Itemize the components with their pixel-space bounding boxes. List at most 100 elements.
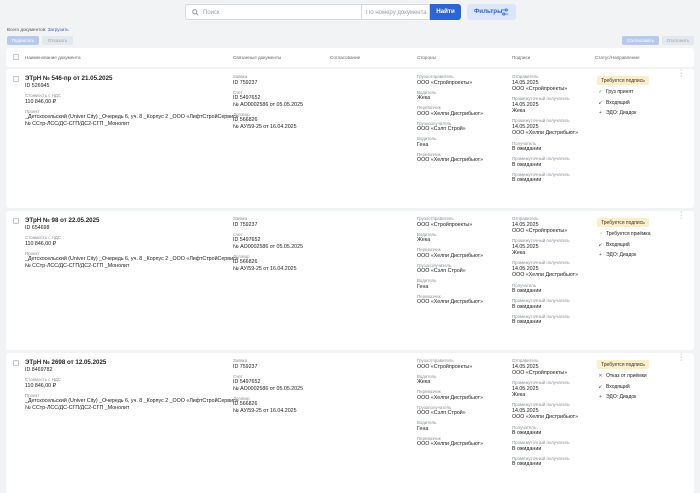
plus-icon: + bbox=[599, 110, 602, 116]
invoice-number: № АО0002586 от 05.05.2025 bbox=[233, 101, 304, 108]
reject-button[interactable]: Отклонить bbox=[662, 36, 694, 45]
direction: ↙ Входящий bbox=[597, 384, 649, 391]
document-id: ID 526945 bbox=[25, 83, 50, 89]
sender-org: ООО «Стройпроекты» bbox=[512, 228, 568, 235]
acceptance-status-text: Груз принят bbox=[606, 89, 634, 95]
parties: Грузоотправитель ООО «Стройпроекты» Води… bbox=[417, 216, 483, 306]
shipper-value: ООО «Стройпроекты» bbox=[417, 221, 473, 228]
load-link[interactable]: Загрузить bbox=[48, 27, 69, 32]
edo-text: ЭДО: Диадок bbox=[606, 110, 637, 116]
intermediate-who: Жека bbox=[512, 392, 526, 399]
send-button[interactable]: Отказать bbox=[42, 36, 73, 45]
row-checkbox[interactable] bbox=[13, 218, 19, 224]
contract-id[interactable]: ID 566826 bbox=[233, 259, 303, 266]
intermediate-who: ООО «Хелпи Дистрибьют» bbox=[512, 414, 579, 421]
request-link[interactable]: ID 759237 bbox=[233, 364, 303, 371]
parties: Грузоотправитель ООО «Стройпроекты» Води… bbox=[417, 358, 483, 448]
parties: Грузоотправитель ООО «Стройпроекты» Води… bbox=[417, 74, 483, 164]
intermediate-who: ООО «Хелпи Дистрибьют» bbox=[512, 272, 579, 279]
cost-value: 110 846,00 ₽ bbox=[25, 382, 56, 389]
intermediate-date: 14.05.2025 bbox=[512, 265, 539, 272]
header-approval: Согласование bbox=[330, 55, 361, 60]
document-title[interactable]: ЭТрН № 546-пр от 21.05.2025 bbox=[25, 75, 113, 82]
request-link[interactable]: ID 759237 bbox=[233, 80, 303, 87]
all-docs-label: Всего документов: bbox=[7, 27, 47, 32]
contract-number: № АУ/59-25 от 16.04.2025 bbox=[233, 265, 297, 272]
recipient-state: В ожидании bbox=[512, 146, 542, 153]
consignee-value: ООО «Сэлп Строй» bbox=[417, 268, 466, 275]
plus-icon: + bbox=[599, 394, 602, 400]
invoice-id[interactable]: ID 5497652 bbox=[233, 237, 303, 244]
invoice-id[interactable]: ID 5497652 bbox=[233, 95, 303, 102]
document-card[interactable]: ЭТрН № 546-пр от 21.05.2025 ID 526945 Ст… bbox=[6, 67, 694, 208]
acceptance-status-text: Требуется приёмка bbox=[606, 231, 651, 237]
sign-button[interactable]: Подписать bbox=[7, 36, 39, 45]
carrier-value: ООО «Хелпи Дистрибьют» bbox=[417, 441, 484, 448]
more-menu-icon[interactable]: · · · bbox=[680, 67, 684, 80]
document-title[interactable]: ЭТрН № 2698 от 12.05.2025 bbox=[25, 359, 106, 366]
sliders-icon bbox=[501, 8, 509, 16]
sender-org: ООО «Стройпроекты» bbox=[512, 86, 568, 93]
filters-label: Фильтры bbox=[474, 8, 503, 15]
find-button[interactable]: Найти bbox=[430, 4, 461, 20]
row-checkbox[interactable] bbox=[13, 76, 19, 82]
direction-text: Входящий bbox=[606, 383, 630, 390]
document-id: ID 8469782 bbox=[25, 367, 53, 373]
acceptance-status-text: Отказ от приёмки bbox=[606, 373, 647, 379]
status-column: Требуется подпись ◔ Требуется приёмка ↙ Вх… bbox=[597, 218, 651, 259]
row-checkbox[interactable] bbox=[13, 360, 19, 366]
contract-id[interactable]: ID 566826 bbox=[233, 117, 303, 124]
cost-value: 110 846,00 ₽ bbox=[25, 240, 56, 247]
linked-documents: Заявка ID 759237 Счет ID 5497652 № АО000… bbox=[233, 216, 303, 272]
carrier-value: ООО «Хелпи Дистрибьют» bbox=[417, 394, 484, 401]
more-menu-icon[interactable]: · · · bbox=[680, 351, 684, 364]
intermediate-who: Жека bbox=[512, 250, 526, 257]
number-placeholder: По номеру документа bbox=[366, 9, 427, 16]
invoice-id[interactable]: ID 5497652 bbox=[233, 379, 303, 386]
project-line2: № ССтр-ЛСС/ДС-СГП/ДС2-СГП _Монолит bbox=[25, 120, 130, 127]
status-badge: Требуется подпись bbox=[597, 218, 649, 227]
intermediate-who: ООО «Хелпи Дистрибьют» bbox=[512, 130, 579, 137]
intermediate-who: Жека bbox=[512, 108, 526, 115]
acceptance-status-icon: ✕ bbox=[598, 373, 603, 379]
document-id: ID 654698 bbox=[25, 225, 50, 231]
filters-button[interactable]: Фильтры bbox=[467, 4, 516, 20]
approve-button[interactable]: Согласовать bbox=[622, 36, 659, 45]
header-signatures: Подписи bbox=[512, 55, 531, 60]
intermediate-date: 14.05.2025 bbox=[512, 407, 539, 414]
signatures: Отправитель 14.05.2025 ООО «Стройпроекты… bbox=[512, 74, 578, 184]
intermediate-label: Промежуточный получатель bbox=[512, 238, 570, 244]
documents-total: Всего документов: Загрузить bbox=[7, 27, 69, 32]
contract-id[interactable]: ID 566826 bbox=[233, 401, 303, 408]
acceptance-status: ✓ Груз принят bbox=[597, 89, 649, 96]
intermediate-state: В ожидании bbox=[512, 445, 542, 452]
search-placeholder: Поиск bbox=[203, 9, 220, 16]
acceptance-status-icon: ◔ bbox=[598, 231, 603, 237]
intermediate-date: 14.05.2025 bbox=[512, 101, 539, 108]
header-status: Статус/Направление bbox=[595, 55, 640, 60]
invoice-number: № АО0002586 от 05.05.2025 bbox=[233, 243, 304, 250]
select-all-checkbox[interactable] bbox=[13, 54, 19, 60]
document-info: ID 8469782 Стоимость с НДС 110 846,00 ₽ … bbox=[25, 367, 239, 411]
driver-value: Жека bbox=[417, 95, 431, 102]
signatures: Отправитель 14.05.2025 ООО «Стройпроекты… bbox=[512, 358, 578, 468]
search-icon bbox=[192, 9, 199, 16]
intermediate-label: Промежуточный получатель bbox=[512, 380, 570, 386]
plus-icon: + bbox=[599, 252, 602, 258]
document-card[interactable]: ЭТрН № 2698 от 12.05.2025 ID 8469782 Сто… bbox=[6, 351, 694, 493]
carrier-value: ООО «Хелпи Дистрибьют» bbox=[417, 252, 484, 259]
shipper-value: ООО «Стройпроекты» bbox=[417, 79, 473, 86]
status-column: Требуется подпись ✓ Груз принят ↙ Входящий… bbox=[597, 76, 649, 117]
more-menu-icon[interactable]: · · · bbox=[680, 209, 684, 222]
table-header: Наименование документа Связанные докумен… bbox=[6, 48, 694, 67]
search-input[interactable]: Поиск bbox=[185, 4, 362, 20]
invoice-number: № АО0002586 от 05.05.2025 bbox=[233, 385, 304, 392]
document-number-input[interactable]: По номеру документа bbox=[362, 4, 430, 20]
contract-number: № АУ/59-25 от 16.04.2025 bbox=[233, 123, 297, 130]
incoming-arrow-icon: ↙ bbox=[598, 99, 603, 106]
document-info: ID 654698 Стоимость с НДС 110 846,00 ₽ П… bbox=[25, 225, 239, 269]
request-link[interactable]: ID 759237 bbox=[233, 222, 303, 229]
document-title[interactable]: ЭТрН № 98 от 22.05.2025 bbox=[25, 217, 99, 224]
document-card[interactable]: ЭТрН № 98 от 22.05.2025 ID 654698 Стоимо… bbox=[6, 209, 694, 350]
intermediate-label: Промежуточный получатель bbox=[512, 298, 570, 304]
